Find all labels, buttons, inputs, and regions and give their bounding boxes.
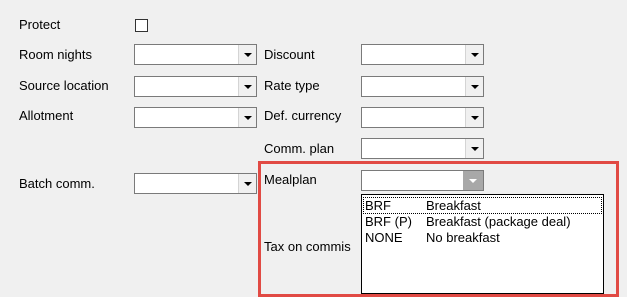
- chevron-down-icon: [469, 178, 477, 183]
- comm-plan-label: Comm. plan: [264, 141, 335, 156]
- comm-plan-dropdown-button[interactable]: [465, 139, 483, 158]
- room-nights-dropdown-button[interactable]: [238, 45, 256, 64]
- option-description: Breakfast: [426, 198, 481, 213]
- chevron-down-icon: [243, 115, 252, 120]
- protect-checkbox[interactable]: [135, 19, 148, 32]
- discount-combo[interactable]: [361, 44, 484, 65]
- chevron-down-icon: [243, 84, 252, 89]
- def-currency-label: Def. currency: [264, 108, 342, 123]
- mealplan-option-brf[interactable]: BRF Breakfast: [363, 197, 602, 214]
- chevron-down-icon: [470, 52, 479, 57]
- rate-type-combo[interactable]: [361, 76, 484, 97]
- chevron-down-icon: [243, 52, 252, 57]
- mealplan-option-none[interactable]: NONE No breakfast: [364, 230, 601, 245]
- comm-plan-combo[interactable]: [361, 138, 484, 159]
- protect-label: Protect: [19, 17, 61, 32]
- source-location-combo[interactable]: [134, 76, 257, 97]
- option-description: No breakfast: [426, 230, 500, 245]
- mealplan-dropdown-button[interactable]: [463, 171, 483, 190]
- batch-comm-label: Batch comm.: [19, 176, 95, 191]
- mealplan-combo[interactable]: [361, 170, 484, 191]
- discount-dropdown-button[interactable]: [465, 45, 483, 64]
- discount-label: Discount: [264, 47, 315, 62]
- room-nights-label: Room nights: [19, 47, 92, 62]
- option-code: BRF: [365, 198, 391, 213]
- allotment-label: Allotment: [19, 108, 74, 123]
- option-code: BRF (P): [365, 214, 412, 229]
- batch-comm-dropdown-button[interactable]: [238, 174, 256, 193]
- allotment-dropdown-button[interactable]: [238, 108, 256, 127]
- tax-on-commission-label: Tax on commis: [264, 239, 351, 254]
- option-code: NONE: [365, 230, 403, 245]
- chevron-down-icon: [470, 115, 479, 120]
- batch-comm-combo[interactable]: [134, 173, 257, 194]
- room-nights-combo[interactable]: [134, 44, 257, 65]
- source-location-label: Source location: [19, 78, 109, 93]
- mealplan-label: Mealplan: [264, 172, 317, 187]
- chevron-down-icon: [470, 146, 479, 151]
- mealplan-dropdown-list[interactable]: BRF Breakfast BRF (P) Breakfast (package…: [361, 194, 604, 294]
- mealplan-option-brf-p[interactable]: BRF (P) Breakfast (package deal): [364, 214, 601, 229]
- chevron-down-icon: [243, 181, 252, 186]
- chevron-down-icon: [470, 84, 479, 89]
- option-description: Breakfast (package deal): [426, 214, 571, 229]
- def-currency-combo[interactable]: [361, 107, 484, 128]
- allotment-combo[interactable]: [134, 107, 257, 128]
- source-location-dropdown-button[interactable]: [238, 77, 256, 96]
- def-currency-dropdown-button[interactable]: [465, 108, 483, 127]
- rate-type-dropdown-button[interactable]: [465, 77, 483, 96]
- rate-type-label: Rate type: [264, 78, 320, 93]
